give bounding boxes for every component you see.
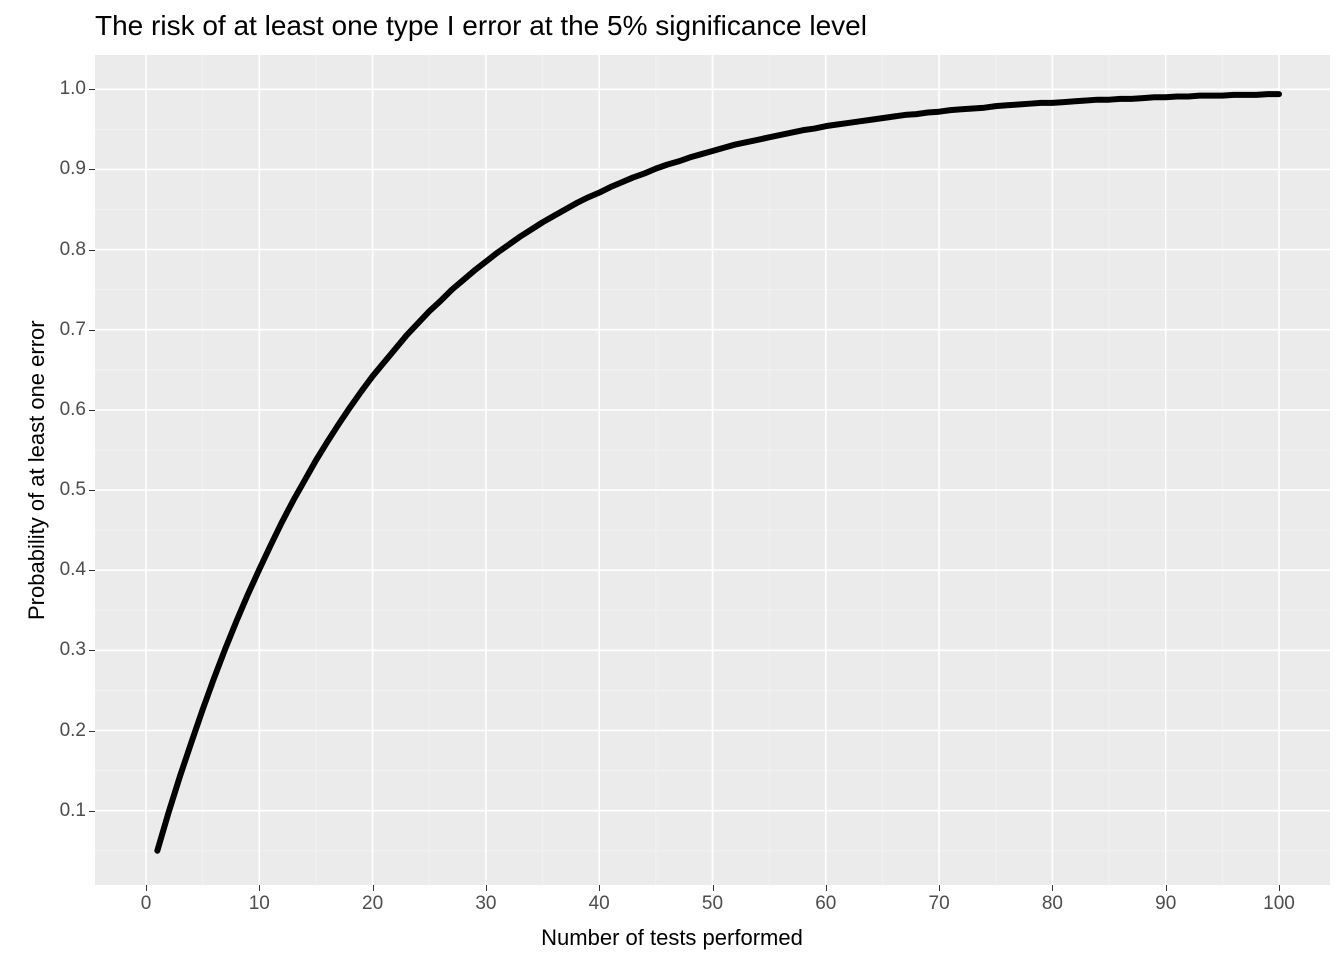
y-tick-mark <box>89 811 95 812</box>
y-tick-label: 0.7 <box>60 319 86 341</box>
x-tick-mark <box>373 885 374 891</box>
y-tick-mark <box>89 89 95 90</box>
y-tick-label: 1.0 <box>60 78 86 100</box>
y-tick-label: 0.5 <box>60 479 86 501</box>
x-tick-mark <box>713 885 714 891</box>
chart-container: The risk of at least one type I error at… <box>0 0 1344 960</box>
y-tick-mark <box>89 410 95 411</box>
x-tick-mark <box>939 885 940 891</box>
y-tick-mark <box>89 330 95 331</box>
x-tick-label: 80 <box>1042 893 1063 915</box>
x-tick-mark <box>1166 885 1167 891</box>
plot-svg <box>95 55 1330 885</box>
x-tick-label: 60 <box>815 893 836 915</box>
y-tick-mark <box>89 650 95 651</box>
y-tick-label: 0.6 <box>60 399 86 421</box>
y-tick-label: 0.9 <box>60 158 86 180</box>
x-tick-mark <box>599 885 600 891</box>
y-tick-mark <box>89 490 95 491</box>
x-tick-mark <box>146 885 147 891</box>
chart-title: The risk of at least one type I error at… <box>95 10 867 42</box>
x-axis-label: Number of tests performed <box>0 925 1344 951</box>
x-tick-label: 40 <box>589 893 610 915</box>
x-tick-label: 100 <box>1263 893 1295 915</box>
x-tick-mark <box>1052 885 1053 891</box>
y-tick-mark <box>89 570 95 571</box>
x-tick-label: 70 <box>929 893 950 915</box>
y-tick-mark <box>89 169 95 170</box>
y-tick-label: 0.4 <box>60 559 86 581</box>
y-tick-label: 0.8 <box>60 239 86 261</box>
y-tick-label: 0.3 <box>60 639 86 661</box>
x-tick-label: 20 <box>362 893 383 915</box>
x-tick-label: 10 <box>249 893 270 915</box>
y-tick-label: 0.1 <box>60 800 86 822</box>
x-tick-label: 0 <box>141 893 152 915</box>
x-tick-label: 30 <box>475 893 496 915</box>
x-tick-label: 90 <box>1155 893 1176 915</box>
x-tick-mark <box>486 885 487 891</box>
x-tick-label: 50 <box>702 893 723 915</box>
x-tick-mark <box>259 885 260 891</box>
x-tick-mark <box>826 885 827 891</box>
y-tick-mark <box>89 250 95 251</box>
y-tick-mark <box>89 731 95 732</box>
y-axis-label: Probability of at least one error <box>24 320 50 620</box>
plot-panel <box>95 55 1330 885</box>
x-tick-mark <box>1279 885 1280 891</box>
y-tick-label: 0.2 <box>60 720 86 742</box>
